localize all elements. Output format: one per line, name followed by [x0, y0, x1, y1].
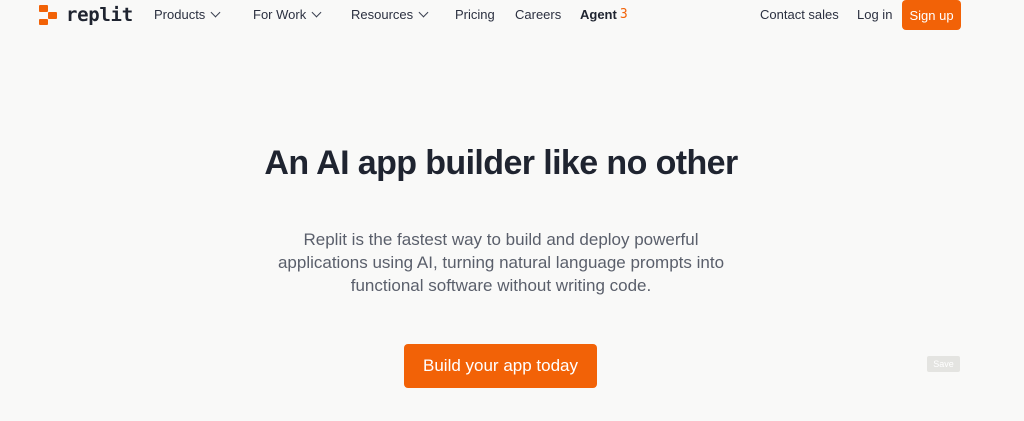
nav-for-work-label: For Work — [253, 7, 307, 22]
build-your-app-button[interactable]: Build your app today — [404, 344, 597, 388]
hero-description: Replit is the fastest way to build and d… — [277, 230, 725, 295]
log-in-label: Log in — [857, 7, 893, 22]
logo-text: replit — [66, 4, 133, 26]
nav-careers[interactable]: Careers — [515, 7, 561, 22]
replit-logo[interactable]: replit — [39, 4, 133, 26]
page: replit Products For Work Resources Prici… — [0, 0, 1024, 421]
log-in-link[interactable]: Log in — [857, 7, 892, 22]
nav-pricing-label: Pricing — [455, 7, 495, 22]
nav-pricing[interactable]: Pricing — [455, 7, 495, 22]
nav-agent-label: Agent — [580, 7, 617, 22]
sign-up-button[interactable]: Sign up — [902, 0, 961, 30]
chevron-down-icon — [418, 7, 429, 18]
nav-agent[interactable]: Agent 3 — [580, 7, 628, 22]
nav-products-label: Products — [154, 7, 206, 22]
hero-title: An AI app builder like no other — [264, 144, 738, 182]
nav-for-work[interactable]: For Work — [253, 7, 322, 22]
nav-careers-label: Careers — [515, 7, 562, 22]
save-button[interactable]: Save — [927, 356, 960, 372]
chevron-down-icon — [210, 7, 221, 18]
nav-resources[interactable]: Resources — [351, 7, 429, 22]
contact-sales-link[interactable]: Contact sales — [760, 7, 839, 22]
replit-logo-icon — [39, 5, 59, 25]
chevron-down-icon — [311, 7, 322, 18]
contact-sales-label: Contact sales — [760, 7, 839, 22]
nav-agent-number: 3 — [619, 7, 628, 22]
top-nav: replit Products For Work Resources Prici… — [0, 0, 1024, 30]
nav-products[interactable]: Products — [154, 7, 221, 22]
nav-resources-label: Resources — [351, 7, 414, 22]
